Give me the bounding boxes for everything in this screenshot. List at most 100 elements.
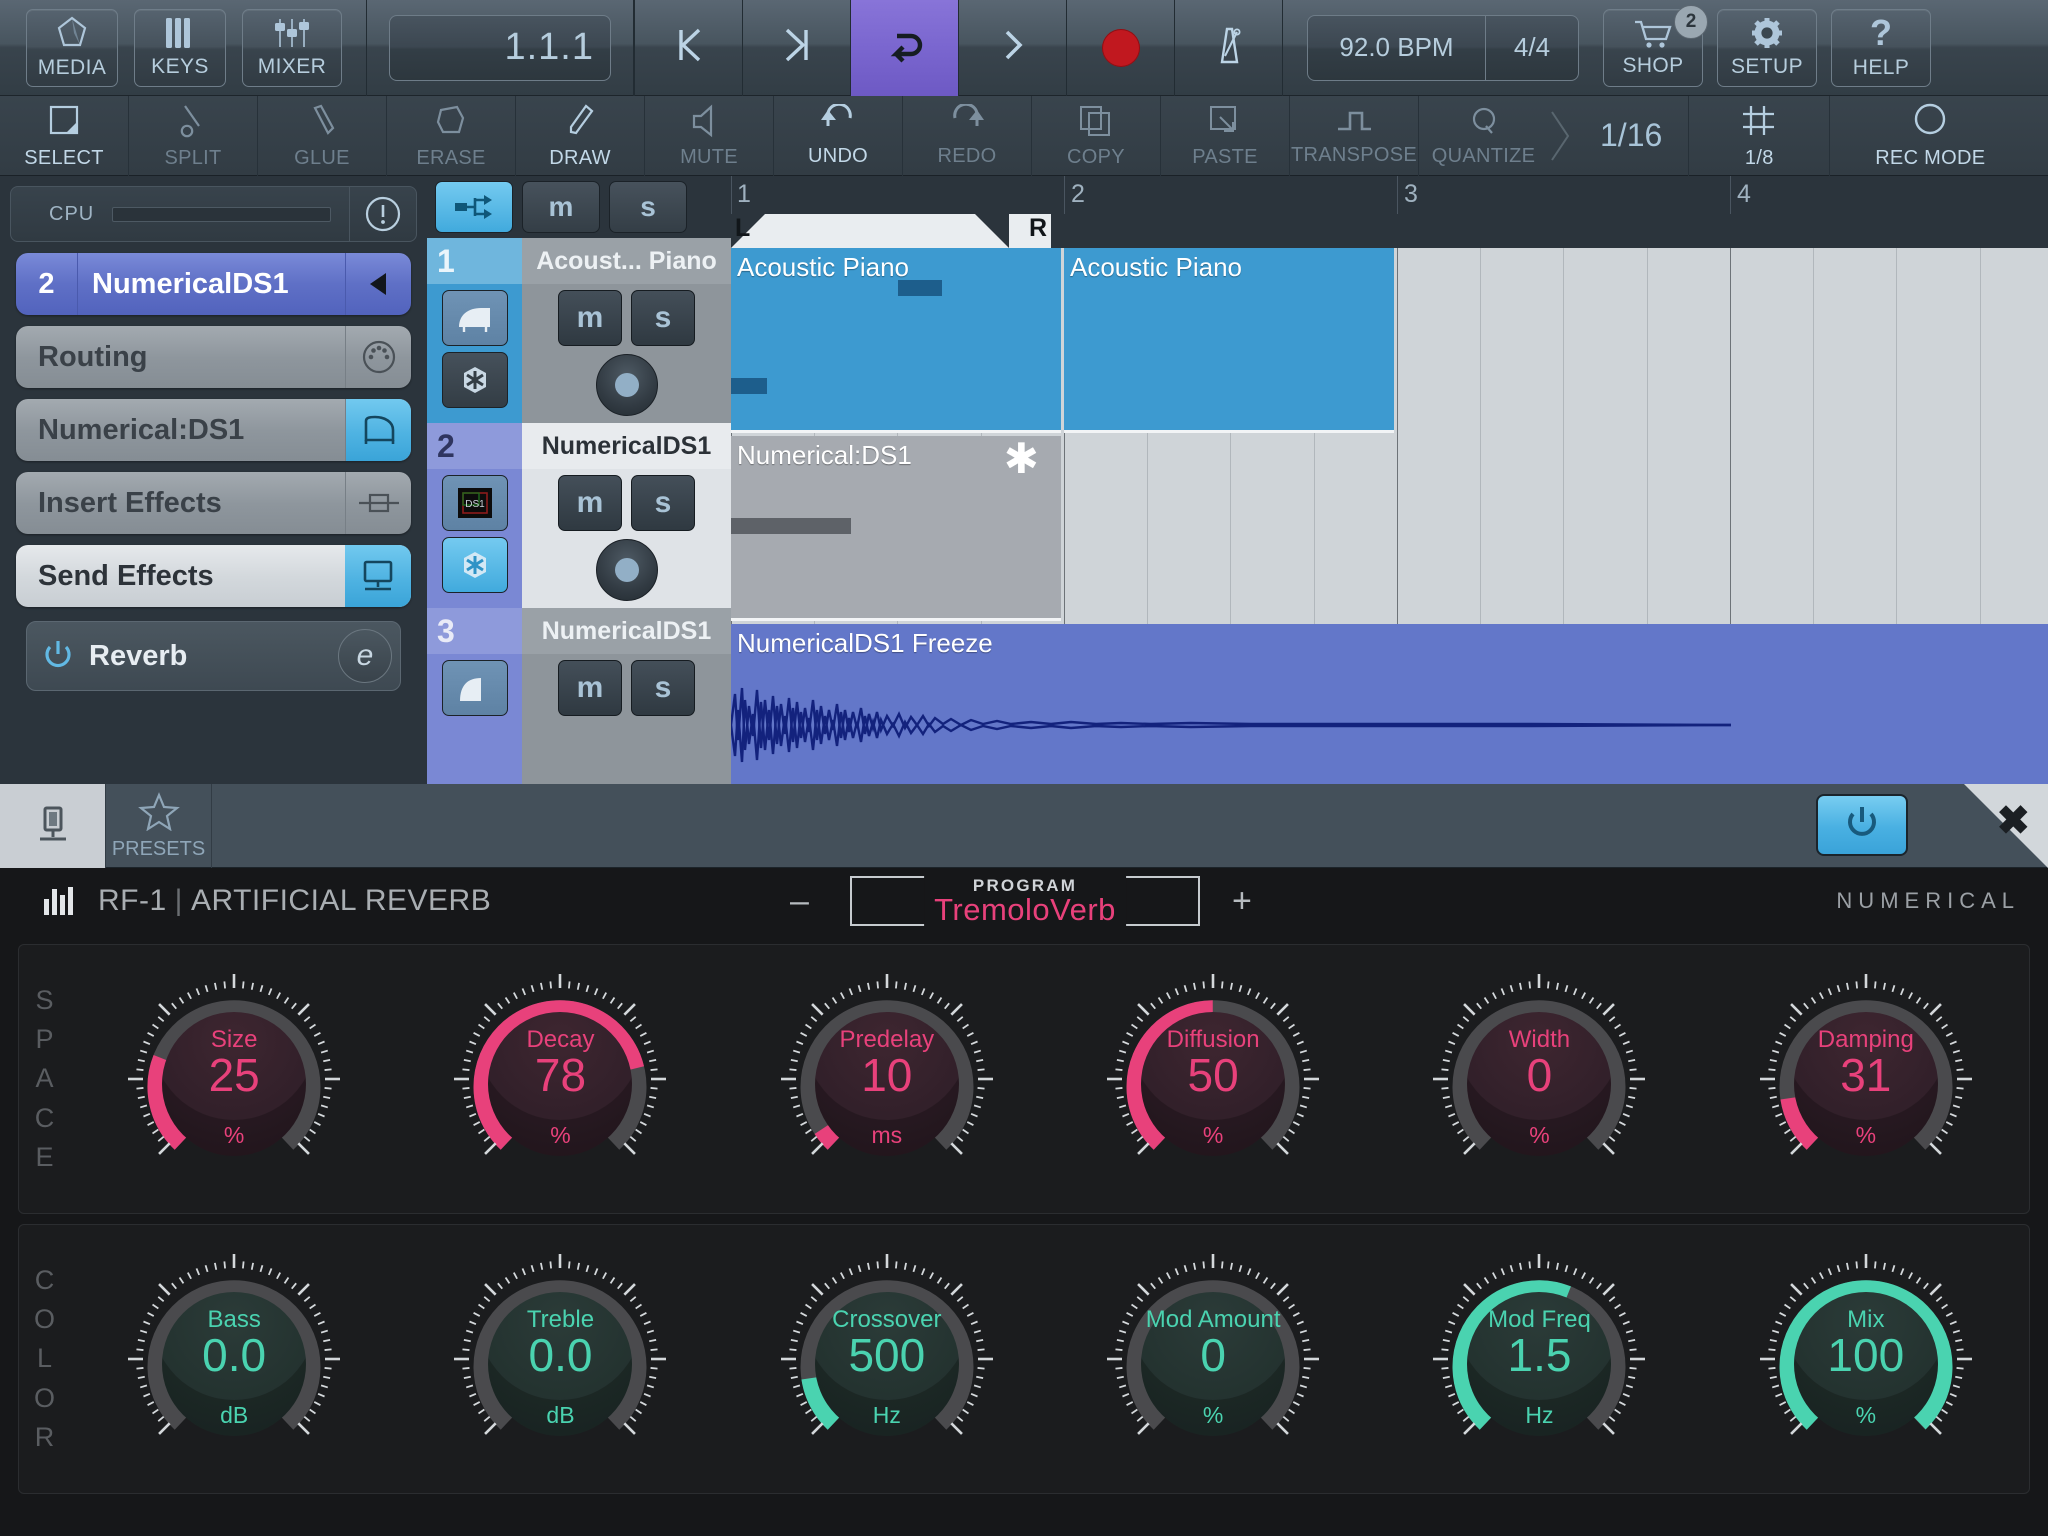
grand-piano-icon[interactable] bbox=[441, 290, 508, 346]
knob-bass[interactable]: Bass 0.0 dB bbox=[119, 1254, 349, 1464]
knob-mod-freq[interactable]: Mod Freq 1.5 Hz bbox=[1424, 1254, 1654, 1464]
go-to-end-button[interactable] bbox=[742, 0, 850, 96]
knob-unit: ms bbox=[871, 1122, 903, 1148]
ds1-device-icon[interactable]: DS1 bbox=[441, 475, 508, 531]
shop-button[interactable]: SHOP 2 bbox=[1603, 4, 1708, 87]
track-mute-button[interactable]: m bbox=[558, 660, 622, 716]
master-solo-button[interactable]: s bbox=[609, 181, 687, 233]
power-icon[interactable] bbox=[27, 636, 89, 676]
tool-split[interactable]: SPLIT bbox=[129, 95, 258, 176]
loop-button[interactable] bbox=[850, 0, 958, 96]
sidebar-row-send-effects[interactable]: Send Effects bbox=[16, 545, 411, 607]
action-copy[interactable]: COPY bbox=[1032, 95, 1161, 176]
tempo-signature-display[interactable]: 92.0 BPM 4/4 bbox=[1307, 14, 1579, 81]
fader-slider-icon[interactable] bbox=[345, 472, 411, 534]
tool-erase[interactable]: ERASE bbox=[387, 95, 516, 176]
midi-din-icon[interactable] bbox=[345, 326, 411, 388]
action-redo[interactable]: REDO bbox=[903, 95, 1032, 176]
knob-unit: % bbox=[1855, 1402, 1877, 1428]
left-triangle-icon[interactable] bbox=[345, 253, 411, 315]
sidebar-row-instrument[interactable]: Numerical:DS1 bbox=[16, 399, 411, 461]
tempo-value[interactable]: 92.0 BPM bbox=[1308, 16, 1485, 80]
track-volume-knob[interactable] bbox=[595, 354, 658, 416]
program-next-button[interactable]: + bbox=[1232, 882, 1252, 921]
mixer-button[interactable]: MIXER bbox=[242, 8, 342, 87]
loop-right-marker[interactable]: R bbox=[1029, 214, 1047, 243]
keys-button[interactable]: KEYS bbox=[134, 8, 226, 87]
track-solo-button[interactable]: s bbox=[631, 475, 695, 531]
action-undo[interactable]: UNDO bbox=[774, 95, 903, 176]
knob-width[interactable]: Width 0 % bbox=[1424, 974, 1654, 1184]
grid-button[interactable]: 1/8 bbox=[1689, 95, 1831, 176]
track-solo-button[interactable]: s bbox=[631, 290, 695, 346]
section-color-label: COLOR bbox=[33, 1265, 56, 1452]
bar-ruler[interactable]: 1 2 3 4 bbox=[731, 176, 2048, 214]
snowflake-icon[interactable] bbox=[441, 537, 508, 593]
knob-damping[interactable]: Damping 31 % bbox=[1751, 974, 1981, 1184]
grand-piano-icon[interactable] bbox=[441, 660, 508, 716]
grand-piano-icon[interactable] bbox=[345, 399, 411, 461]
clip-numericalds1-freeze-tail[interactable] bbox=[1731, 624, 2048, 784]
knob-decay[interactable]: Decay 78 % bbox=[445, 974, 675, 1184]
loop-left-marker[interactable]: L bbox=[735, 214, 750, 243]
track-row[interactable]: 3 NumericalDS1 m s bbox=[427, 608, 731, 784]
action-quantize[interactable]: QUANTIZE bbox=[1419, 96, 1548, 176]
snowflake-icon[interactable] bbox=[441, 352, 508, 408]
track-row[interactable]: 1 Acoust... Piano m s bbox=[427, 238, 731, 423]
tool-draw[interactable]: DRAW bbox=[516, 95, 645, 176]
clip-acoustic-piano-2[interactable]: Acoustic Piano bbox=[1064, 248, 1394, 433]
knob-crossover[interactable]: Crossover 500 Hz bbox=[772, 1254, 1002, 1464]
program-prev-button[interactable]: – bbox=[790, 882, 809, 921]
action-transpose[interactable]: TRANSPOSE bbox=[1290, 95, 1419, 176]
route-arrow-icon[interactable] bbox=[435, 181, 513, 233]
knob-mod-amount[interactable]: Mod Amount 0 % bbox=[1098, 1254, 1328, 1464]
go-to-start-button[interactable] bbox=[634, 0, 742, 96]
clip-numericalds1-freeze[interactable]: NumericalDS1 Freeze bbox=[731, 624, 1731, 784]
knob-predelay[interactable]: Predelay 10 ms bbox=[772, 974, 1002, 1184]
exclamation-circle-icon[interactable] bbox=[350, 191, 416, 237]
track-mute-button[interactable]: m bbox=[558, 290, 622, 346]
program-selector[interactable]: PROGRAM TremoloVerb bbox=[850, 876, 1200, 928]
time-signature-value[interactable]: 4/4 bbox=[1486, 16, 1578, 80]
master-mute-button[interactable]: m bbox=[522, 181, 600, 233]
sidebar-row-routing[interactable]: Routing bbox=[16, 326, 411, 388]
clip-acoustic-piano-1[interactable]: Acoustic Piano bbox=[731, 248, 1061, 433]
sidebar-row-insert-effects[interactable]: Insert Effects bbox=[16, 472, 411, 534]
loop-range-bar[interactable]: L R bbox=[731, 214, 2048, 248]
tool-select[interactable]: SELECT bbox=[0, 95, 129, 176]
tab-presets[interactable]: PRESETS bbox=[106, 784, 212, 868]
tab-device[interactable] bbox=[0, 784, 106, 868]
tool-mute[interactable]: MUTE bbox=[645, 95, 774, 176]
sidebar-row-track[interactable]: 2 NumericalDS1 bbox=[16, 253, 411, 315]
time-position-display[interactable]: 1.1.1 bbox=[389, 14, 611, 81]
plugin-close-button[interactable]: ✖ bbox=[1924, 784, 2048, 868]
setup-button[interactable]: SETUP bbox=[1717, 8, 1817, 87]
action-paste[interactable]: PASTE bbox=[1161, 95, 1290, 176]
record-button[interactable] bbox=[1066, 0, 1174, 96]
tool-glue[interactable]: GLUE bbox=[258, 95, 387, 176]
metronome-button[interactable] bbox=[1174, 0, 1282, 96]
loop-region[interactable]: L R bbox=[731, 214, 1051, 248]
help-button[interactable]: ? HELP bbox=[1831, 8, 1931, 87]
media-button[interactable]: MEDIA bbox=[26, 8, 118, 87]
edit-effect-button[interactable]: e bbox=[330, 629, 400, 683]
knob-mix[interactable]: Mix 100 % bbox=[1751, 1254, 1981, 1464]
shop-label: SHOP bbox=[1622, 54, 1684, 77]
clip-grid[interactable]: Acoustic Piano Acoustic Piano Numerical:… bbox=[731, 248, 2048, 784]
send-effect-reverb[interactable]: Reverb e bbox=[26, 621, 401, 691]
monitor-network-icon[interactable] bbox=[345, 545, 411, 607]
knob-size[interactable]: Size 25 % bbox=[119, 974, 349, 1184]
track-mute-button[interactable]: m bbox=[558, 475, 622, 531]
play-button[interactable] bbox=[958, 0, 1066, 96]
plugin-power-button[interactable] bbox=[1816, 794, 1908, 856]
track-row[interactable]: 2 DS1 NumericalDS1 m s bbox=[427, 423, 731, 608]
help-label: HELP bbox=[1852, 56, 1910, 79]
track-solo-button[interactable]: s bbox=[631, 660, 695, 716]
quantize-value[interactable]: 1/16 bbox=[1574, 117, 1688, 154]
clip-numerical-ds1[interactable]: Numerical:DS1 ✱ bbox=[731, 436, 1061, 621]
rec-mode-button[interactable]: REC MODE bbox=[1830, 96, 2030, 176]
knob-treble[interactable]: Treble 0.0 dB bbox=[445, 1254, 675, 1464]
arrangement-view[interactable]: 1 2 3 4 L R Acoustic Piano Acoustic Pian… bbox=[731, 176, 2048, 784]
knob-diffusion[interactable]: Diffusion 50 % bbox=[1098, 974, 1328, 1184]
track-volume-knob[interactable] bbox=[595, 539, 658, 601]
